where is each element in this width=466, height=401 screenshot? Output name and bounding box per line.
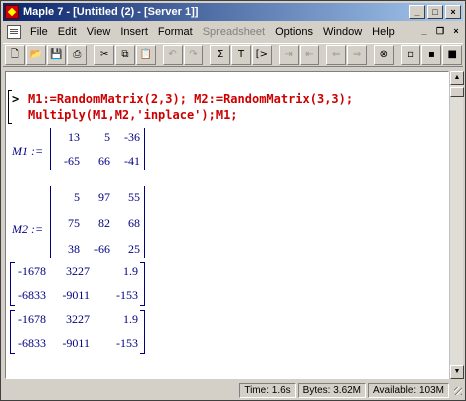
result2-cell: -1678	[18, 312, 46, 326]
indent-icon[interactable]: ⇥	[278, 45, 299, 65]
m1-cell: -65	[64, 154, 80, 168]
result1-cell: 1.9	[123, 264, 138, 278]
text-icon[interactable]: T	[231, 45, 251, 65]
result2-cell: -9011	[62, 336, 90, 350]
zoom-large-icon[interactable]: ■	[442, 45, 463, 65]
m2-right-bar	[144, 186, 145, 258]
result1-cell: -9011	[62, 288, 90, 302]
m1-cell: -36	[124, 130, 140, 144]
title-bar: Maple 7 - [Untitled (2) - [Server 1]] _ …	[3, 3, 463, 21]
cut-icon[interactable]: ✂	[94, 45, 115, 65]
result2-cell: 3227	[66, 312, 90, 326]
result1-cell: -1678	[18, 264, 46, 278]
status-bar: Time: 1.6s Bytes: 3.62M Available: 103M	[3, 381, 463, 399]
doc-restore-button[interactable]: ❐	[433, 26, 447, 39]
print-icon[interactable]: ⎙	[67, 45, 88, 65]
open-icon[interactable]: 📂	[25, 45, 46, 65]
m2-cell: 97	[98, 190, 110, 204]
m2-cell: 55	[128, 190, 140, 204]
result1-right-bracket	[140, 262, 145, 306]
paste-icon[interactable]: 📋	[135, 45, 156, 65]
result2-cell: -153	[116, 336, 138, 350]
m1-cell: 13	[68, 130, 80, 144]
m2-cell: 38	[68, 242, 80, 256]
input-prompt: >	[12, 92, 20, 106]
doc-minimize-button[interactable]: _	[417, 26, 431, 39]
resize-grip-icon[interactable]	[451, 384, 463, 396]
menu-options[interactable]: Options	[270, 24, 318, 40]
m1-cell: -41	[124, 154, 140, 168]
window-title: Maple 7 - [Untitled (2) - [Server 1]]	[23, 6, 199, 18]
result1-cell: -153	[116, 288, 138, 302]
m2-cell: -66	[94, 242, 110, 256]
redo-icon[interactable]: ↷	[183, 45, 204, 65]
copy-icon[interactable]: ⧉	[115, 45, 135, 65]
m2-label: M2 :=	[12, 222, 44, 236]
result2-cell: 1.9	[123, 312, 138, 326]
scroll-up-icon[interactable]: ▲	[450, 71, 464, 85]
new-icon[interactable]: 🗋	[5, 45, 25, 65]
undo-icon[interactable]: ↶	[162, 45, 183, 65]
execute-group-icon[interactable]: [>	[251, 45, 272, 65]
input-line-1[interactable]: M1:=RandomMatrix(2,3); M2:=RandomMatrix(…	[28, 92, 353, 106]
zoom-small-icon[interactable]: ▫	[400, 45, 421, 65]
maple-window: Maple 7 - [Untitled (2) - [Server 1]] _ …	[0, 0, 466, 401]
m1-cell: 66	[98, 154, 110, 168]
status-time: Time: 1.6s	[239, 382, 296, 398]
scroll-thumb[interactable]	[450, 87, 464, 97]
menu-spreadsheet[interactable]: Spreadsheet	[198, 24, 270, 40]
result2-cell: -6833	[18, 336, 46, 350]
result1-cell: 3227	[66, 264, 90, 278]
menu-help[interactable]: Help	[367, 24, 400, 40]
menu-format[interactable]: Format	[153, 24, 198, 40]
worksheet[interactable]: > M1:=RandomMatrix(2,3); M2:=RandomMatri…	[5, 71, 449, 379]
menu-view[interactable]: View	[82, 24, 116, 40]
result2-right-bracket	[140, 310, 145, 354]
back-icon[interactable]: ⇐	[326, 45, 347, 65]
maple-leaf-icon[interactable]	[5, 5, 19, 19]
m2-cell: 25	[128, 242, 140, 256]
menu-edit[interactable]: Edit	[53, 24, 82, 40]
status-bytes: Bytes: 3.62M	[297, 382, 367, 398]
m2-cell: 82	[98, 216, 110, 230]
save-icon[interactable]: 💾	[46, 45, 67, 65]
vertical-scrollbar[interactable]: ▲ ▼	[449, 71, 464, 379]
sigma-icon[interactable]: Σ	[210, 45, 231, 65]
m1-label: M1 :=	[12, 144, 44, 158]
minimize-button[interactable]: _	[409, 5, 425, 19]
main-toolbar: 🗋 📂 💾 ⎙ ✂ ⧉ 📋 ↶ ↷ Σ T [> ⇥ ⇤ ⇐ ⇒ ⊗ ▫ ▪ ■	[3, 43, 463, 67]
status-available: Available: 103M	[368, 382, 449, 398]
m2-cell: 5	[74, 190, 80, 204]
menu-insert[interactable]: Insert	[115, 24, 153, 40]
document-icon[interactable]	[7, 25, 21, 39]
menu-file[interactable]: File	[25, 24, 53, 40]
zoom-medium-icon[interactable]: ▪	[421, 45, 442, 65]
result1-cell: -6833	[18, 288, 46, 302]
doc-close-button[interactable]: ×	[449, 26, 463, 39]
m1-right-bar	[144, 128, 145, 170]
m2-cell: 68	[128, 216, 140, 230]
outdent-icon[interactable]: ⇤	[299, 45, 320, 65]
maximize-button[interactable]: □	[427, 5, 443, 19]
m2-cell: 75	[68, 216, 80, 230]
forward-icon[interactable]: ⇒	[347, 45, 367, 65]
scroll-down-icon[interactable]: ▼	[450, 365, 464, 379]
menu-window[interactable]: Window	[318, 24, 367, 40]
input-line-2[interactable]: Multiply(M1,M2,'inplace');M1;	[28, 108, 238, 122]
m1-cell: 5	[104, 130, 110, 144]
stop-icon[interactable]: ⊗	[373, 45, 394, 65]
menu-bar: File Edit View Insert Format Spreadsheet…	[3, 23, 463, 41]
close-button[interactable]: ×	[445, 5, 461, 19]
